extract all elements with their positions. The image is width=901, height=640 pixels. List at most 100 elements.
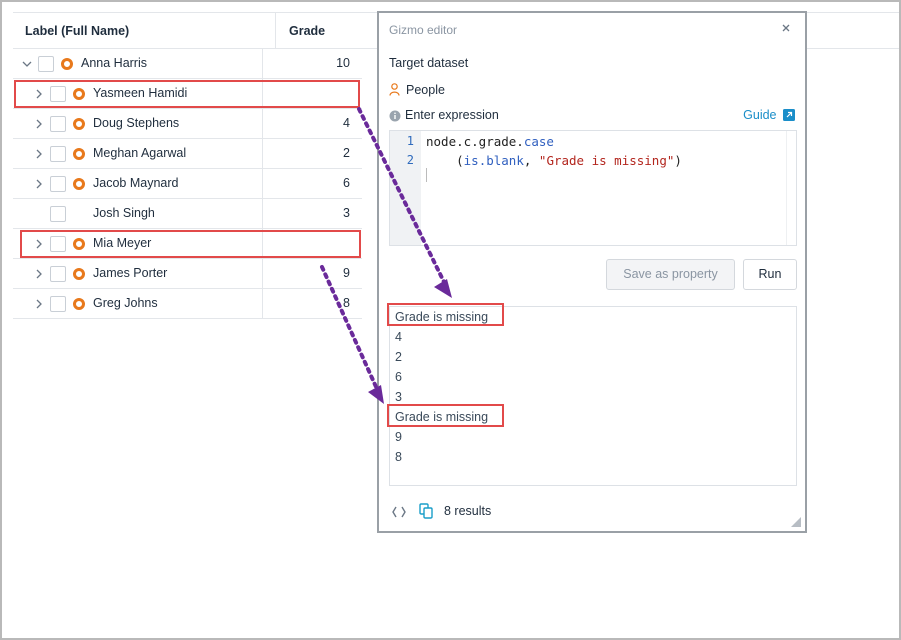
table-row[interactable]: Meghan Agarwal 2 [13, 139, 362, 169]
row-checkbox[interactable] [50, 146, 66, 162]
code-token: ( [426, 153, 464, 168]
result-item: 2 [395, 350, 402, 364]
grade-cell: 3 [262, 199, 362, 228]
row-checkbox[interactable] [50, 116, 66, 132]
dataset-name[interactable]: People [406, 83, 445, 97]
grade-value: 10 [336, 56, 350, 70]
target-dataset-label: Target dataset [389, 56, 469, 70]
expression-label: Enter expression [405, 108, 499, 122]
table-row[interactable]: Josh Singh 3 [13, 199, 362, 229]
save-as-property-button[interactable]: Save as property [606, 259, 735, 290]
chevron-right-icon[interactable] [33, 298, 45, 310]
grade-value: 3 [343, 206, 350, 220]
results-list[interactable]: Grade is missing 4 2 6 3 Grade is missin… [389, 306, 797, 486]
row-label: Josh Singh [93, 206, 155, 220]
guide-link[interactable]: Guide [743, 108, 795, 122]
expression-editor[interactable]: 1 2 node.c.grade.case (is.blank, "Grade … [389, 130, 797, 246]
row-checkbox[interactable] [50, 266, 66, 282]
row-checkbox[interactable] [38, 56, 54, 72]
grade-cell: 8 [262, 289, 362, 318]
panel-title: Gizmo editor [389, 23, 458, 37]
row-label: Mia Meyer [93, 236, 152, 250]
result-item: 4 [395, 330, 402, 344]
code-token: , [523, 153, 539, 168]
results-count: 8 results [444, 504, 492, 518]
node-icon [73, 88, 85, 100]
result-item: 9 [395, 430, 402, 444]
result-item: 6 [395, 370, 402, 384]
chevron-down-icon[interactable] [21, 58, 33, 70]
node-icon [73, 298, 85, 310]
code-line-1: node.c.grade.case [426, 134, 554, 149]
grade-cell: 2 [262, 139, 362, 168]
person-icon [389, 83, 400, 96]
grade-value: 4 [343, 116, 350, 130]
line-number: 2 [406, 153, 414, 167]
node-icon [61, 58, 73, 70]
code-token: node.c.grade. [426, 134, 524, 149]
table-row[interactable]: Yasmeen Hamidi [13, 79, 362, 109]
result-item: Grade is missing [395, 310, 489, 324]
code-string: "Grade is missing" [538, 153, 675, 168]
table-row[interactable]: Jacob Maynard 6 [13, 169, 362, 199]
grade-cell: 4 [262, 109, 362, 138]
node-icon [73, 238, 85, 250]
node-icon [73, 268, 85, 280]
table-row[interactable]: Mia Meyer [13, 229, 362, 259]
indent-guide [426, 168, 427, 182]
grade-value: 2 [343, 146, 350, 160]
gizmo-editor-panel: Gizmo editor Target dataset People Enter… [377, 11, 807, 533]
code-braces-icon[interactable] [391, 505, 407, 519]
code-keyword: case [523, 134, 554, 149]
column-header-label[interactable]: Label (Full Name) [25, 13, 129, 49]
line-number: 1 [406, 134, 414, 148]
row-label: Anna Harris [81, 56, 147, 70]
chevron-right-icon[interactable] [33, 148, 45, 160]
info-icon [389, 110, 401, 122]
grade-value: 6 [343, 176, 350, 190]
run-button[interactable]: Run [743, 259, 797, 290]
chevron-right-icon[interactable] [33, 268, 45, 280]
row-checkbox[interactable] [50, 86, 66, 102]
node-icon [73, 148, 85, 160]
grade-value: 9 [343, 266, 350, 280]
table-row[interactable]: Doug Stephens 4 [13, 109, 362, 139]
close-icon[interactable] [779, 21, 793, 35]
table-row[interactable]: James Porter 9 [13, 259, 362, 289]
row-checkbox[interactable] [50, 296, 66, 312]
row-label: Greg Johns [93, 296, 158, 310]
editor-scrollbar[interactable] [786, 131, 796, 245]
line-gutter: 1 2 [390, 131, 421, 245]
grade-value: 8 [343, 296, 350, 310]
column-header-grade[interactable]: Grade [275, 13, 375, 49]
result-item: 8 [395, 450, 402, 464]
table-row[interactable]: Anna Harris 10 [13, 49, 362, 79]
grade-cell: 6 [262, 169, 362, 198]
code-line-2: (is.blank, "Grade is missing") [426, 153, 682, 168]
chevron-right-icon[interactable] [33, 178, 45, 190]
result-item: Grade is missing [395, 410, 489, 424]
grade-cell: 10 [262, 49, 362, 78]
external-link-icon [783, 109, 795, 121]
node-icon [73, 118, 85, 130]
guide-link-text: Guide [743, 108, 777, 122]
table-row[interactable]: Greg Johns 8 [13, 289, 362, 319]
row-label: Meghan Agarwal [93, 146, 187, 160]
chevron-right-icon[interactable] [33, 118, 45, 130]
row-label: Doug Stephens [93, 116, 180, 130]
row-checkbox[interactable] [50, 236, 66, 252]
row-checkbox[interactable] [50, 206, 66, 222]
row-label: James Porter [93, 266, 168, 280]
chevron-right-icon[interactable] [33, 238, 45, 250]
code-token: ) [674, 153, 682, 168]
resize-handle-icon[interactable] [791, 517, 801, 527]
grade-cell [262, 79, 362, 108]
result-item: 3 [395, 390, 402, 404]
row-label: Yasmeen Hamidi [93, 86, 188, 100]
chevron-right-icon[interactable] [33, 88, 45, 100]
row-label: Jacob Maynard [93, 176, 179, 190]
grade-cell: 9 [262, 259, 362, 288]
row-checkbox[interactable] [50, 176, 66, 192]
copy-icon[interactable] [419, 503, 433, 519]
grade-cell [262, 229, 362, 258]
